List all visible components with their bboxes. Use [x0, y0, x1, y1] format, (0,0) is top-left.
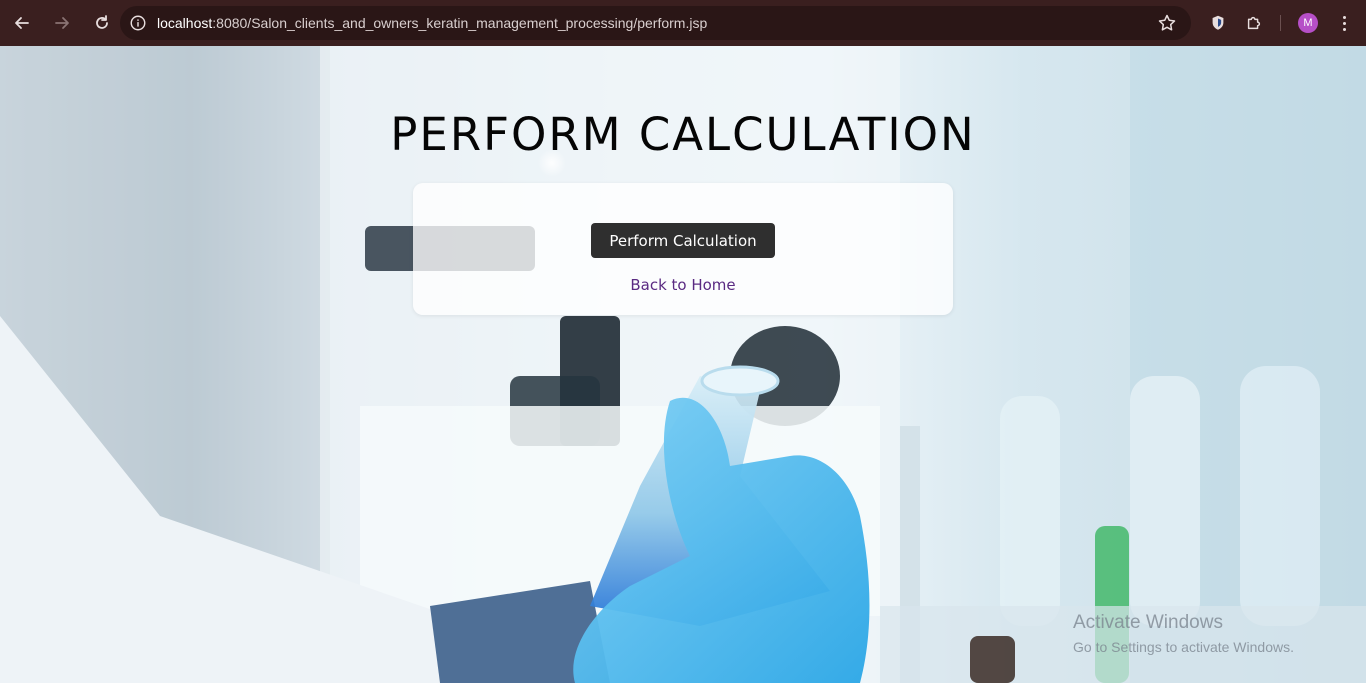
perform-calculation-button[interactable]: Perform Calculation [591, 223, 775, 258]
browser-toolbar: localhost:8080/Salon_clients_and_owners_… [0, 0, 1366, 46]
extensions-puzzle-icon[interactable] [1243, 12, 1265, 34]
page-viewport: PERFORM CALCULATION Perform Calculation … [0, 46, 1366, 683]
url-text: localhost:8080/Salon_clients_and_owners_… [157, 15, 708, 31]
browser-menu-icon[interactable] [1334, 12, 1354, 34]
bookmark-star-icon[interactable] [1157, 13, 1177, 33]
shield-extension-icon[interactable] [1207, 12, 1229, 34]
activate-windows-watermark: Activate Windows Go to Settings to activ… [1073, 612, 1294, 655]
back-to-home-link[interactable]: Back to Home [413, 276, 953, 294]
back-arrow-icon[interactable] [4, 5, 40, 41]
profile-avatar[interactable]: M [1298, 13, 1318, 33]
watermark-subtitle: Go to Settings to activate Windows. [1073, 639, 1294, 655]
reload-icon[interactable] [84, 5, 120, 41]
page-title: PERFORM CALCULATION [390, 108, 976, 161]
site-info-icon[interactable] [128, 13, 148, 33]
forward-arrow-icon[interactable] [44, 5, 80, 41]
action-card: Perform Calculation Back to Home [413, 183, 953, 315]
toolbar-divider [1280, 15, 1281, 31]
watermark-title: Activate Windows [1073, 612, 1223, 633]
address-bar[interactable]: localhost:8080/Salon_clients_and_owners_… [120, 6, 1191, 40]
